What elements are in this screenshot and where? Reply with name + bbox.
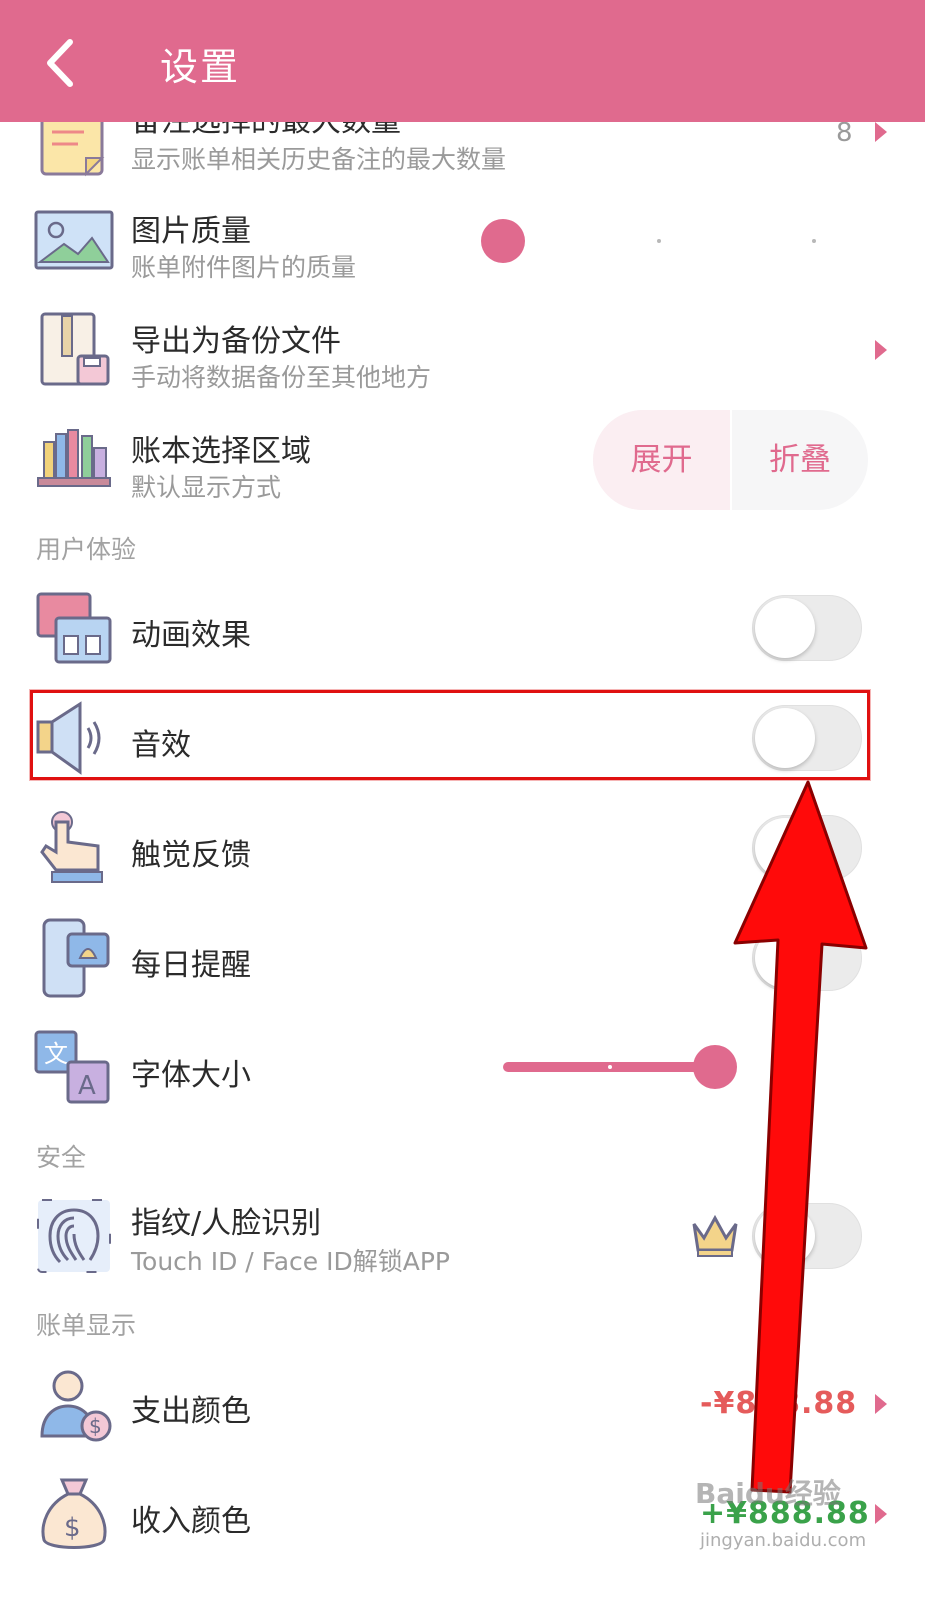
svg-text:$: $ — [64, 1513, 81, 1543]
row-book-region: 账本选择区域 默认显示方式 展开 折叠 — [0, 406, 925, 514]
income-color-title: 收入颜色 — [131, 1504, 251, 1539]
slider-tick — [608, 1065, 612, 1069]
animation-title: 动画效果 — [131, 618, 251, 653]
section-bill-display: 账单显示 — [36, 1311, 137, 1340]
row-font-size: 文 A 字体大小 — [0, 1014, 925, 1122]
expense-color-value: -¥888.88 — [700, 1386, 858, 1421]
slider-tick — [657, 239, 661, 243]
fingerprint-icon — [37, 1199, 111, 1273]
font-size-slider[interactable] — [503, 1044, 828, 1090]
money-bag-icon: $ — [41, 1478, 107, 1549]
svg-text:A: A — [78, 1071, 96, 1101]
slider-tick — [812, 1065, 816, 1069]
row-export-backup[interactable]: 导出为备份文件 手动将数据备份至其他地方 — [0, 296, 925, 404]
segment-collapse[interactable]: 折叠 — [732, 410, 868, 510]
animation-icon — [36, 592, 112, 664]
picture-icon — [34, 210, 114, 270]
chevron-right-icon — [875, 122, 887, 142]
row-haptic: 触觉反馈 — [0, 794, 925, 902]
export-backup-subtitle: 手动将数据备份至其他地方 — [131, 363, 432, 392]
haptic-toggle[interactable] — [752, 815, 862, 881]
bookshelf-icon — [37, 429, 111, 487]
nav-bar: 设置 — [0, 0, 925, 122]
page-title: 设置 — [160, 45, 241, 89]
image-quality-slider[interactable] — [481, 218, 826, 264]
row-animation: 动画效果 — [0, 574, 925, 682]
svg-text:$: $ — [89, 1414, 102, 1438]
slider-thumb[interactable] — [481, 219, 525, 263]
notes-max-subtitle: 显示账单相关历史备注的最大数量 — [131, 145, 507, 174]
toggle-knob — [755, 818, 815, 878]
book-region-segmented-control: 展开 折叠 — [593, 410, 868, 510]
toggle-knob — [755, 928, 815, 988]
translate-icon: 文 A — [34, 1030, 110, 1104]
haptic-title: 触觉反馈 — [131, 838, 251, 873]
export-backup-title: 导出为备份文件 — [131, 324, 341, 359]
chevron-right-icon — [875, 340, 887, 360]
row-expense-color[interactable]: $ 支出颜色 -¥888.88 — [0, 1350, 925, 1458]
watermark: Baidu经验 — [695, 1477, 841, 1510]
backup-file-icon — [40, 312, 110, 386]
daily-reminder-toggle[interactable] — [752, 925, 862, 991]
touch-icon — [40, 811, 103, 883]
image-quality-subtitle: 账单附件图片的质量 — [131, 253, 357, 282]
section-user-experience: 用户体验 — [36, 535, 137, 564]
biometric-toggle[interactable] — [752, 1203, 862, 1269]
phone-bell-icon — [42, 918, 110, 998]
biometric-title: 指纹/人脸识别 — [131, 1206, 322, 1241]
slider-thumb[interactable] — [693, 1045, 737, 1089]
watermark-url: jingyan.baidu.com — [700, 1530, 867, 1551]
animation-toggle[interactable] — [752, 595, 862, 661]
section-security: 安全 — [36, 1143, 87, 1172]
image-quality-title: 图片质量 — [131, 214, 251, 249]
chevron-left-icon[interactable] — [30, 28, 100, 98]
notes-max-value: 8 — [836, 118, 853, 148]
row-daily-reminder: 每日提醒 — [0, 904, 925, 1012]
biometric-subtitle: Touch ID / Face ID解锁APP — [131, 1247, 450, 1276]
highlight-box — [30, 690, 870, 780]
font-size-title: 字体大小 — [131, 1058, 251, 1093]
daily-reminder-title: 每日提醒 — [131, 948, 251, 983]
segment-expand[interactable]: 展开 — [593, 410, 730, 510]
crown-icon — [692, 1214, 738, 1257]
book-region-title: 账本选择区域 — [131, 434, 311, 469]
toggle-knob — [755, 1206, 815, 1266]
chevron-right-icon — [875, 1394, 887, 1414]
chevron-right-icon — [875, 1504, 887, 1524]
book-region-subtitle: 默认显示方式 — [131, 473, 282, 502]
row-image-quality: 图片质量 账单附件图片的质量 — [0, 186, 925, 294]
settings-list: 备注选择的最大数量 显示账单相关历史备注的最大数量 8 图片质量 账单附件图片的… — [0, 0, 925, 1600]
expense-color-title: 支出颜色 — [131, 1394, 251, 1429]
toggle-knob — [755, 598, 815, 658]
row-biometric: 指纹/人脸识别 Touch ID / Face ID解锁APP — [0, 1182, 925, 1290]
slider-tick — [812, 239, 816, 243]
svg-text:文: 文 — [44, 1040, 68, 1068]
person-money-icon: $ — [40, 1370, 112, 1442]
